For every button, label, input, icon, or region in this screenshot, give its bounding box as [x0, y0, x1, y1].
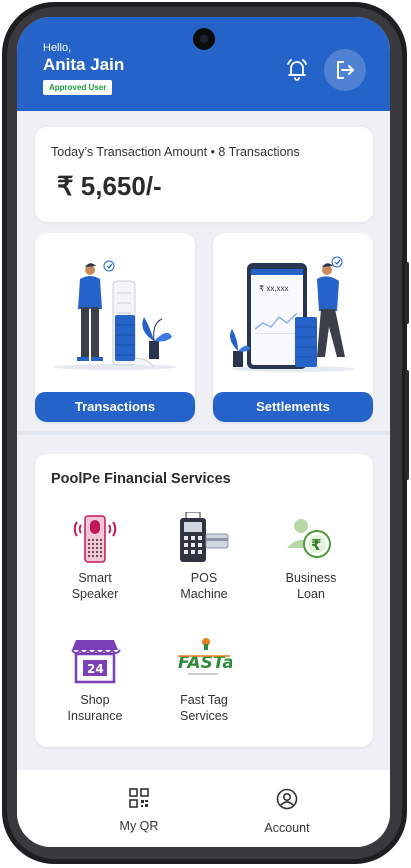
account-icon [276, 788, 298, 810]
financial-services-card: PoolPe Financial Services Smart Speaker … [35, 454, 373, 747]
power-button [405, 370, 409, 480]
service-business-loan[interactable]: ₹ Business Loan [266, 512, 356, 602]
svg-text:₹: ₹ [311, 536, 321, 554]
transaction-amount: ₹ 5,650/- [57, 171, 162, 201]
transactions-button[interactable]: Transactions [35, 392, 195, 422]
service-fast-tag[interactable]: FASTag Fast TagServices [159, 634, 249, 724]
greeting-text: Hello, [43, 42, 72, 54]
service-label: Smart Speaker [71, 571, 119, 601]
service-label: POS Machine [180, 571, 228, 601]
svg-text:24: 24 [87, 662, 104, 676]
logout-button[interactable] [324, 49, 366, 91]
nav-account[interactable]: Account [232, 788, 342, 835]
user-name: Anita Jain [43, 55, 125, 74]
pos-machine-icon [176, 511, 232, 564]
service-label: Fast Tag Services [180, 693, 228, 723]
service-pos-machine[interactable]: POS Machine [159, 511, 249, 602]
qr-code-icon [129, 788, 149, 808]
nav-label: Account [264, 821, 310, 835]
bottom-navigation: My QR Account [17, 770, 390, 847]
transactions-illustration [53, 260, 177, 370]
service-shop-insurance[interactable]: 24 Shop Insurance [50, 634, 140, 724]
approved-user-badge: Approved User [43, 80, 113, 95]
logout-icon [337, 61, 354, 79]
nav-my-qr[interactable]: My QR [84, 788, 194, 833]
business-loan-icon: ₹ [283, 512, 339, 564]
settlements-illustration: ₹ xx,xxx [230, 256, 355, 372]
service-label: Shop Insurance [67, 693, 123, 723]
settlements-tile[interactable]: ₹ xx,xxx Settlements [213, 233, 373, 422]
fastag-icon: FASTag [176, 634, 246, 686]
service-label: Business Loan [285, 571, 337, 601]
settlement-screen-amount: ₹ xx,xxx [259, 284, 289, 293]
transaction-summary-card: Today’s Transaction Amount • 8 Transacti… [35, 127, 373, 222]
service-smart-speaker[interactable]: Smart Speaker [50, 512, 140, 602]
transactions-tile[interactable]: Transactions [35, 233, 195, 422]
nav-label: My QR [119, 819, 159, 833]
notification-bell-icon[interactable] [285, 57, 309, 83]
smart-speaker-icon [67, 512, 123, 564]
settlements-button[interactable]: Settlements [213, 392, 373, 422]
transaction-summary-label: Today’s Transaction Amount • 8 Transacti… [51, 145, 300, 159]
shop-insurance-icon: 24 [67, 634, 123, 686]
front-camera [193, 28, 215, 50]
volume-button [405, 262, 409, 324]
app-screen: Hello, Anita Jain Approved User Today’s … [17, 17, 390, 847]
section-divider [17, 431, 390, 435]
services-title: PoolPe Financial Services [51, 471, 231, 487]
